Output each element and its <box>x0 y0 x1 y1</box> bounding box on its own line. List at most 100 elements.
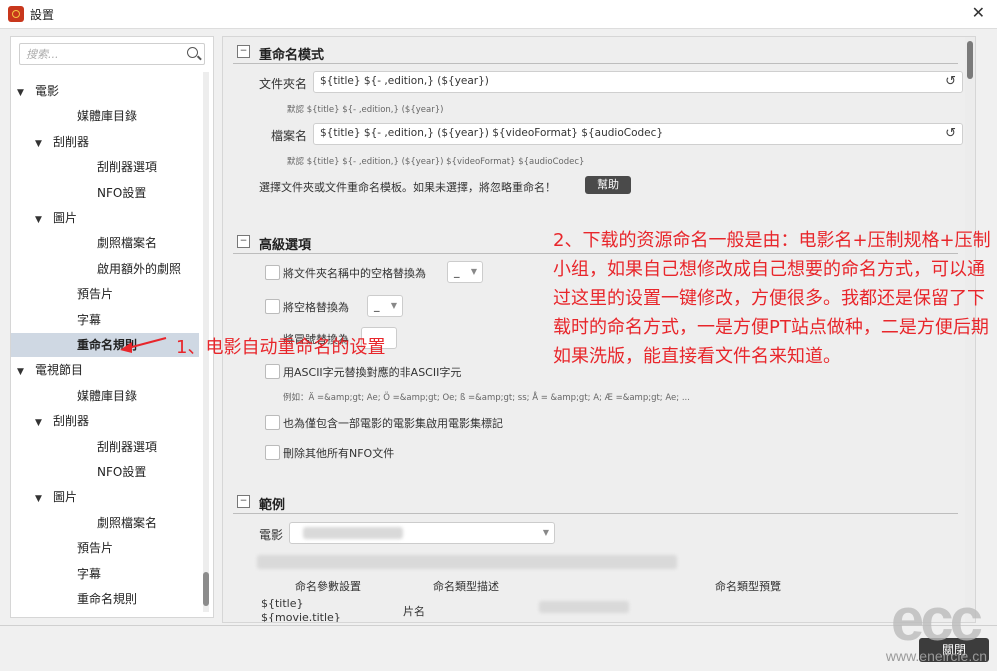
sidebar-item-label: 劇照檔案名 <box>97 236 158 251</box>
sidebar-item[interactable]: ▼ 電視節目 <box>11 358 199 382</box>
sidebar-item[interactable]: 劇照檔案名 <box>11 231 199 255</box>
chevron-down-icon[interactable]: ▼ <box>17 81 27 105</box>
chevron-down-icon[interactable]: ▼ <box>35 208 45 232</box>
space-replacement-select[interactable]: _ ▼ <box>367 295 403 317</box>
sidebar-item-label: 刮削器選項 <box>97 439 158 454</box>
sidebar-item[interactable]: 預告片 <box>11 536 199 560</box>
sidebar-item[interactable]: ▼ 刮削器 <box>11 409 199 433</box>
ascii-replace-checkbox[interactable] <box>265 364 280 379</box>
search-placeholder: 搜索... <box>26 48 59 61</box>
settings-sidebar: 搜索... ▼ 電影 媒體庫目錄 ▼ 刮削器 刮削器選項 NFO設置 ▼ 圖片 劇照檔案名 啟用額外… <box>10 36 214 618</box>
sidebar-item[interactable]: 刮削器選項 <box>11 155 199 179</box>
sidebar-item[interactable]: 重命名規則 <box>11 587 199 611</box>
folder-space-replacement-value: _ <box>454 265 460 278</box>
dialog-footer: 關閉 <box>0 625 997 671</box>
collection-tag-checkbox[interactable] <box>265 415 280 430</box>
chevron-down-icon[interactable]: ▼ <box>35 411 45 435</box>
blurred-movie-name <box>303 527 403 539</box>
collapse-icon[interactable]: − <box>237 45 250 58</box>
sidebar-scroll-thumb[interactable] <box>203 572 209 606</box>
sidebar-item-label: 啟用額外的劇照 <box>97 261 182 276</box>
replace-folder-space-label: 將文件夾名稱中的空格替換為 <box>283 267 426 280</box>
sidebar-item-label: 劇照檔案名 <box>97 515 158 530</box>
rename-section-header[interactable]: − 重命名模式 <box>233 41 958 64</box>
sidebar-item[interactable]: 字幕 <box>11 308 199 332</box>
example-section-header[interactable]: − 範例 <box>233 491 958 514</box>
sidebar-item[interactable]: ▼ 圖片 <box>11 485 199 509</box>
chevron-down-icon[interactable]: ▼ <box>17 360 27 384</box>
sidebar-item[interactable]: NFO設置 <box>11 181 199 205</box>
sidebar-item-label: 電視節目 <box>35 363 84 378</box>
delete-nfo-label: 刪除其他所有NFO文件 <box>283 447 395 460</box>
sidebar-item-label: 圖片 <box>53 211 78 225</box>
sidebar-item[interactable]: NFO設置 <box>11 460 199 484</box>
title-bar: 設置 ✕ <box>0 0 997 29</box>
example-col-desc: 命名類型描述 <box>433 580 499 593</box>
chevron-down-icon[interactable]: ▼ <box>35 132 45 156</box>
replace-space-checkbox[interactable] <box>265 299 280 314</box>
sidebar-item[interactable]: 啟用額外的劇照 <box>11 257 199 281</box>
sidebar-item[interactable]: ▼ 圖片 <box>11 206 199 230</box>
chevron-down-icon[interactable]: ▼ <box>35 487 45 511</box>
example-row-title: ${title} <box>261 597 304 610</box>
search-icon[interactable] <box>187 47 198 58</box>
sidebar-item-label: 刮削器選項 <box>97 160 158 175</box>
annotation-note-2: 2、下载的资源命名一般是由：电影名+压制规格+压制小组，如果自己想修改成自己想要… <box>553 230 991 367</box>
help-button[interactable]: 幫助 <box>585 176 631 194</box>
collapse-icon[interactable]: − <box>237 495 250 508</box>
folder-name-label: 文件夾名 <box>259 77 308 91</box>
sidebar-item[interactable]: ▼ 電影 <box>11 79 199 103</box>
sidebar-item-label: 刮削器 <box>53 414 90 429</box>
watermark-url: www.eneircle.cn <box>885 648 987 664</box>
movie-select-label: 電影 <box>259 528 284 542</box>
chevron-down-icon: ▼ <box>542 528 549 537</box>
sidebar-item[interactable]: 預告片 <box>11 282 199 306</box>
sidebar-item[interactable]: 媒體庫目錄 <box>11 104 199 128</box>
space-replacement-value: _ <box>374 299 380 312</box>
folder-default: 默認 ${title} ${- ,edition,} (${year}) <box>287 105 444 115</box>
sidebar-item[interactable]: 媒體庫目錄 <box>11 384 199 408</box>
close-icon[interactable]: ✕ <box>972 3 985 22</box>
advanced-section-title: 高級選項 <box>259 238 312 253</box>
collapse-icon[interactable]: − <box>237 235 250 248</box>
main-scroll-thumb[interactable] <box>967 41 973 79</box>
sidebar-item-label: 重命名規則 <box>77 592 138 606</box>
delete-nfo-checkbox[interactable] <box>265 445 280 460</box>
sidebar-item-label: 字幕 <box>77 312 102 327</box>
replace-space-label: 將空格替換為 <box>283 301 349 314</box>
file-name-input[interactable]: ${title} ${- ,edition,} (${year}) ${vide… <box>313 123 963 145</box>
window-title: 設置 <box>30 8 55 22</box>
blurred-preview <box>539 601 629 613</box>
example-section-title: 範例 <box>259 498 286 513</box>
sidebar-item[interactable]: 劇照檔案名 <box>11 511 199 535</box>
search-input[interactable]: 搜索... <box>19 43 205 65</box>
sidebar-item-label: 媒體庫目錄 <box>77 109 138 124</box>
sidebar-item-label: NFO設置 <box>97 185 147 200</box>
rename-section-title: 重命名模式 <box>259 48 325 63</box>
sidebar-item[interactable]: ▼ 刮削器 <box>11 130 199 154</box>
sidebar-item-label: 媒體庫目錄 <box>77 388 138 403</box>
chevron-down-icon: ▼ <box>390 301 397 310</box>
sidebar-item[interactable]: 重命名規則 <box>11 333 199 357</box>
file-name-value: ${title} ${- ,edition,} (${year}) ${vide… <box>320 127 664 139</box>
file-name-label: 檔案名 <box>271 129 308 143</box>
reset-icon[interactable]: ↺ <box>945 74 956 89</box>
sidebar-item-label: 電影 <box>35 84 60 98</box>
sidebar-item-label: 圖片 <box>53 490 78 505</box>
sidebar-item-label: 預告片 <box>77 287 114 302</box>
sidebar-item[interactable]: 刮削器選項 <box>11 435 199 459</box>
sidebar-item-label: 字幕 <box>77 566 102 581</box>
folder-space-replacement-select[interactable]: _ ▼ <box>447 261 483 283</box>
blurred-filename <box>257 555 677 569</box>
folder-name-value: ${title} ${- ,edition,} (${year}) <box>320 75 489 87</box>
folder-name-input[interactable]: ${title} ${- ,edition,} (${year}) ↺ <box>313 71 963 93</box>
annotation-note-1: 1、电影自动重命名的设置 <box>176 337 386 358</box>
sidebar-item-label: NFO設置 <box>97 465 147 479</box>
reset-icon[interactable]: ↺ <box>945 126 956 141</box>
chevron-down-icon: ▼ <box>470 267 477 276</box>
sidebar-item[interactable]: 字幕 <box>11 562 199 586</box>
file-default: 默認 ${title} ${- ,edition,} (${year}) ${v… <box>287 157 585 167</box>
sidebar-item-label: 預告片 <box>77 541 114 556</box>
replace-folder-space-checkbox[interactable] <box>265 265 280 280</box>
example-col-params: 命名參數設置 <box>295 580 361 593</box>
